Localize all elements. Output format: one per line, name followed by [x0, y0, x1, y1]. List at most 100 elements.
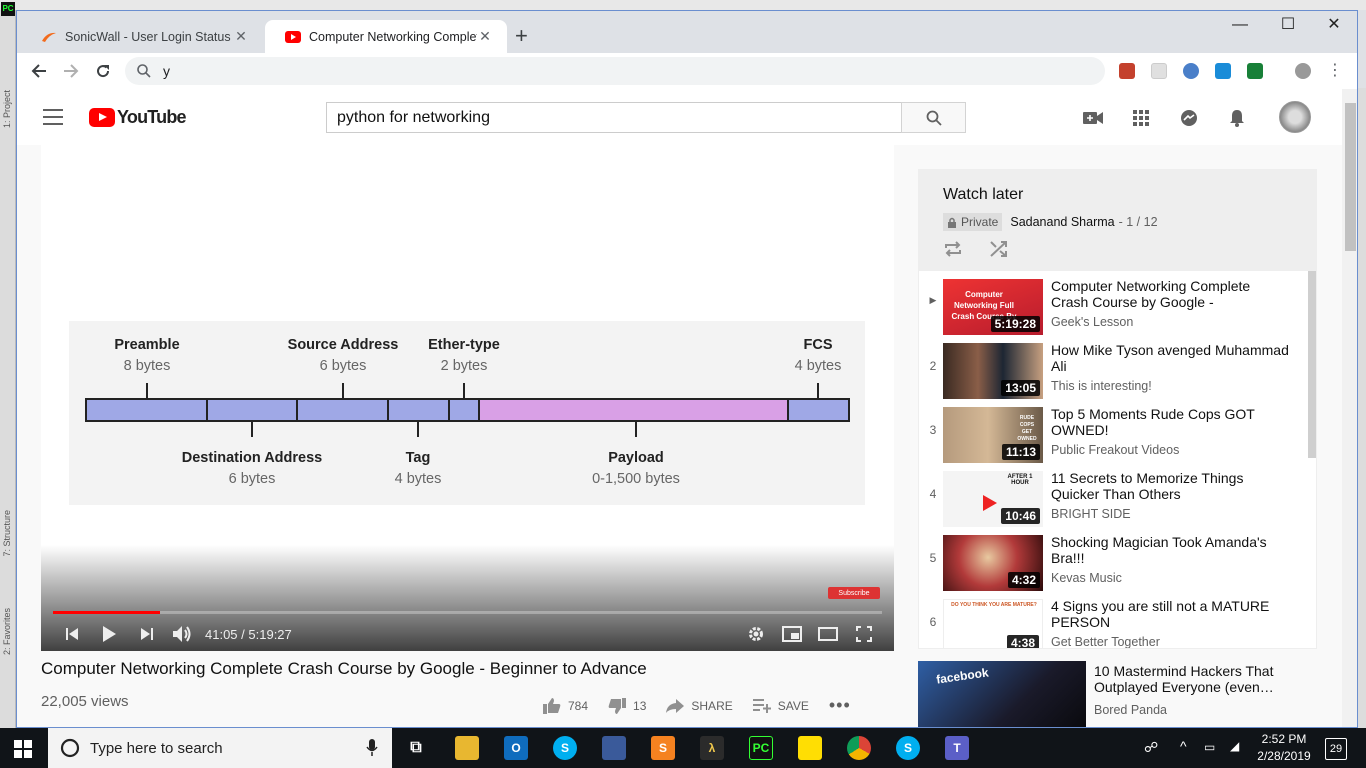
tab-title: Computer Networking Complete [309, 29, 477, 44]
file-explorer-icon[interactable] [455, 736, 479, 760]
back-icon[interactable] [27, 59, 51, 83]
remote-desktop-icon[interactable] [602, 736, 626, 760]
ide-project-tab[interactable]: 1: Project [2, 90, 14, 128]
apps-grid-icon[interactable] [1130, 107, 1152, 129]
upload-video-icon[interactable] [1082, 107, 1104, 129]
playlist-owner[interactable]: Sadanand Sharma [1010, 215, 1114, 229]
window-close-icon[interactable]: ✕ [1311, 15, 1357, 35]
sonicwall-favicon-icon [41, 29, 57, 45]
privacy-badge: Private [943, 213, 1003, 231]
video-duration: 11:13 [1001, 444, 1040, 460]
playlist-item-index: 6 [929, 615, 937, 629]
time-total: 5:19:27 [248, 627, 292, 642]
q-extension-icon[interactable] [1215, 63, 1231, 79]
skype-business-icon[interactable]: S [896, 736, 920, 760]
minimize-icon[interactable]: — [1217, 15, 1263, 35]
blank-extension-icon[interactable] [1151, 63, 1167, 79]
forward-icon[interactable] [59, 59, 83, 83]
taskbar-search-placeholder: Type here to search [90, 739, 223, 757]
playlist-item[interactable]: ▶ Computer Networking Full Crash Course … [919, 271, 1306, 335]
search-input[interactable]: python for networking [326, 102, 902, 133]
shuffle-icon[interactable] [989, 240, 1009, 258]
skype-icon[interactable]: S [553, 736, 577, 760]
wifi-icon[interactable]: ◢ [1230, 739, 1239, 753]
playlist-scrollbar[interactable] [1308, 271, 1316, 458]
battery-icon[interactable]: ▭ [1204, 740, 1215, 754]
lambda-app-icon[interactable]: λ [700, 736, 724, 760]
subscribe-watermark[interactable]: Subscribe [828, 587, 880, 599]
close-tab-icon[interactable]: ✕ [477, 28, 493, 45]
system-clock[interactable]: 2:52 PM 2/28/2019 [1254, 731, 1314, 765]
playlist-item-title: Computer Networking Complete Crash Cours… [1051, 278, 1251, 310]
ide-favorites-tab[interactable]: 2: Favorites [2, 608, 14, 655]
account-avatar[interactable] [1279, 101, 1311, 133]
progress-bar[interactable] [53, 611, 882, 614]
ide-structure-tab[interactable]: 7: Structure [2, 510, 14, 557]
playlist-item[interactable]: 3 RUDE COPS GET OWNED 11:13 Top 5 Moment… [919, 399, 1306, 463]
menu-icon[interactable] [43, 109, 63, 125]
fullscreen-icon[interactable] [853, 623, 875, 645]
blue-extension-icon[interactable] [1183, 63, 1199, 79]
dislike-button[interactable]: 13 [608, 697, 646, 714]
loop-icon[interactable] [943, 240, 963, 258]
playlist-title[interactable]: Watch later [943, 186, 1292, 204]
sublime-text-icon[interactable]: S [651, 736, 675, 760]
chrome-menu-icon[interactable]: ⋮ [1327, 63, 1343, 79]
recommended-video[interactable]: facebook 10 Mastermind Hackers That Outp… [918, 661, 1338, 727]
microphone-icon[interactable] [366, 739, 378, 757]
taskbar-search[interactable]: Type here to search [48, 728, 392, 768]
outlook-icon[interactable]: O [504, 736, 528, 760]
youtube-wordmark: YouTube [117, 107, 187, 127]
settings-gear-icon[interactable] [745, 623, 767, 645]
volume-icon[interactable] [171, 623, 193, 645]
playlist-item[interactable]: 4 AFTER 1 HOUR 10:46 11 Secrets to Memor… [919, 463, 1306, 527]
previous-icon[interactable] [61, 623, 83, 645]
people-icon[interactable]: ☍ [1144, 739, 1158, 756]
sticky-notes-icon[interactable] [798, 736, 822, 760]
video-player[interactable]: Preamble 8 bytes Source Address 6 bytes … [41, 145, 894, 651]
notifications-bell-icon[interactable] [1226, 107, 1248, 129]
thumbs-down-icon [608, 697, 627, 714]
page-scrollbar[interactable] [1342, 89, 1357, 727]
tray-chevron-icon[interactable]: ^ [1180, 738, 1187, 754]
tab-youtube[interactable]: Computer Networking Complete ✕ [265, 20, 507, 53]
scrollbar-thumb[interactable] [1345, 103, 1356, 251]
pycharm-taskbar-icon[interactable]: PC [749, 736, 773, 760]
miniplayer-icon[interactable] [781, 623, 803, 645]
task-view-icon[interactable]: ⧉ [404, 736, 428, 760]
save-button[interactable]: SAVE [752, 698, 809, 713]
pdf-extension-icon[interactable] [1119, 63, 1135, 79]
playlist-item[interactable]: 2 13:05 How Mike Tyson avenged Muhammad … [919, 335, 1306, 399]
action-center-icon[interactable]: 29 [1325, 738, 1347, 760]
playlist-item[interactable]: 6 DO YOU THINK YOU ARE MATURE? 4:38 4 Si… [919, 591, 1306, 648]
search-button[interactable] [901, 102, 966, 133]
tab-sonicwall[interactable]: SonicWall - User Login Status ✕ [21, 20, 263, 53]
time-display: 41:05 / 5:19:27 [205, 627, 292, 642]
playlist-meta: Private Sadanand Sharma - 1 / 12 [943, 213, 1292, 231]
teams-icon[interactable]: T [945, 736, 969, 760]
close-tab-icon[interactable]: ✕ [233, 28, 249, 45]
next-icon[interactable] [136, 623, 158, 645]
watch-page: Preamble 8 bytes Source Address 6 bytes … [17, 145, 1342, 727]
theater-mode-icon[interactable] [817, 623, 839, 645]
youtube-page: YouTube python for networking Preamble 8… [17, 89, 1342, 727]
new-tab-icon[interactable]: + [515, 25, 528, 47]
play-icon[interactable] [98, 623, 120, 645]
like-button[interactable]: 784 [543, 697, 588, 714]
maximize-icon[interactable]: ☐ [1265, 15, 1311, 35]
messages-icon[interactable] [1178, 107, 1200, 129]
video-thumbnail: Computer Networking Full Crash Course By… [943, 279, 1043, 335]
playlist-item-index: 4 [929, 487, 937, 501]
chrome-taskbar-icon[interactable] [847, 736, 871, 760]
green-extension-icon[interactable] [1247, 63, 1263, 79]
reload-icon[interactable] [91, 59, 115, 83]
more-actions-icon[interactable]: ••• [829, 695, 851, 716]
share-label: SHARE [691, 698, 733, 713]
profile-avatar-icon[interactable] [1295, 63, 1311, 79]
share-button[interactable]: SHARE [666, 698, 733, 713]
address-bar[interactable]: y [125, 57, 1105, 85]
youtube-logo[interactable]: YouTube [89, 107, 187, 128]
playlist-item[interactable]: 5 4:32 Shocking Magician Took Amanda's B… [919, 527, 1306, 591]
windows-start-icon[interactable] [14, 740, 32, 761]
fcs-label: FCS [804, 337, 833, 353]
